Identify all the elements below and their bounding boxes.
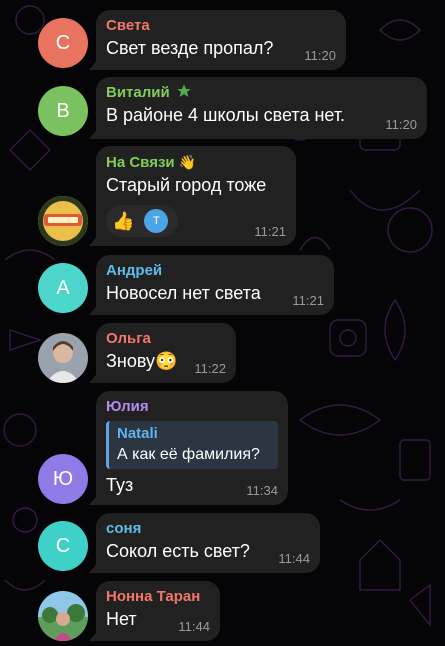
author-name[interactable]: Света: [106, 16, 336, 36]
message[interactable]: А Андрей Новосел нет света 11:21: [0, 255, 445, 315]
reaction-button[interactable]: 👍 Т: [106, 205, 178, 237]
user-photo: [38, 591, 88, 641]
message-time: 11:22: [194, 361, 226, 376]
message-text: Свет везде пропал?: [106, 38, 274, 58]
bubble-tail: [89, 127, 99, 139]
message-text: Старый город тоже: [106, 175, 267, 195]
bubble-tail: [89, 234, 99, 246]
author-name[interactable]: Виталий: [106, 83, 417, 103]
message[interactable]: В Виталий В районе 4 школы света нет. 11…: [0, 77, 445, 139]
author-name[interactable]: Ольга: [106, 329, 226, 349]
message-bubble[interactable]: Ольга Знову😳 11:22: [89, 323, 236, 383]
message-time: 11:21: [292, 293, 324, 308]
message-bubble[interactable]: На Связи 👋 Старый город тоже 👍 Т 11:21: [89, 146, 296, 246]
avatar[interactable]: С: [38, 521, 88, 571]
reply-author: Natali: [117, 425, 158, 442]
author-name[interactable]: Юлия: [106, 397, 278, 417]
message-text: Новосел нет света: [106, 283, 261, 303]
message-text: В районе 4 школы света нет.: [106, 105, 346, 125]
avatar[interactable]: А: [38, 263, 88, 313]
star-icon: [177, 84, 191, 97]
message-time: 11:20: [304, 48, 336, 63]
author-name[interactable]: Нонна Таран: [106, 587, 210, 607]
message-time: 11:44: [178, 619, 210, 634]
bubble-tail: [89, 58, 99, 70]
avatar[interactable]: Ю: [38, 454, 88, 504]
reply-text: А как её фамилия?: [117, 446, 260, 463]
message-bubble[interactable]: Андрей Новосел нет света 11:21: [89, 255, 334, 315]
wave-hand-icon: 👋: [178, 154, 197, 170]
channel-logo: [38, 196, 88, 246]
author-name-text: Виталий: [106, 84, 170, 101]
message[interactable]: Ольга Знову😳 11:22: [0, 323, 445, 383]
bubble-tail: [89, 303, 99, 315]
user-photo: [38, 333, 88, 383]
message-time: 11:34: [246, 483, 278, 498]
message-bubble[interactable]: Света Свет везде пропал? 11:20: [89, 10, 346, 70]
message[interactable]: На Связи 👋 Старый город тоже 👍 Т 11:21: [0, 146, 445, 246]
bubble-tail: [89, 493, 99, 505]
author-name[interactable]: соня: [106, 519, 310, 539]
message-bubble[interactable]: соня Сокол есть свет? 11:44: [89, 513, 320, 573]
message-time: 11:44: [278, 551, 310, 566]
author-name[interactable]: На Связи 👋: [106, 152, 286, 173]
message-time: 11:20: [385, 117, 417, 132]
author-name-text: На Связи: [106, 154, 175, 171]
message[interactable]: С соня Сокол есть свет? 11:44: [0, 513, 445, 573]
avatar[interactable]: [38, 196, 88, 246]
avatar[interactable]: С: [38, 18, 88, 68]
reply-quote[interactable]: Natali А как её фамилия?: [106, 421, 278, 469]
bubble-tail: [89, 371, 99, 383]
message-time: 11:21: [254, 224, 286, 239]
avatar[interactable]: [38, 591, 88, 641]
author-name[interactable]: Андрей: [106, 261, 324, 281]
bubble-tail: [89, 629, 99, 641]
avatar[interactable]: [38, 333, 88, 383]
message-bubble[interactable]: Юлия Natali А как её фамилия? Туз 11:34: [89, 391, 288, 505]
reaction-user-avatar: Т: [144, 209, 169, 233]
message[interactable]: С Света Свет везде пропал? 11:20: [0, 10, 445, 70]
message-bubble[interactable]: Виталий В районе 4 школы света нет. 11:2…: [89, 77, 427, 139]
bubble-tail: [89, 561, 99, 573]
message-bubble[interactable]: Нонна Таран Нет 11:44: [89, 581, 220, 641]
thumbs-up-icon: 👍: [112, 211, 135, 231]
message[interactable]: Нонна Таран Нет 11:44: [0, 581, 445, 641]
message[interactable]: Ю Юлия Natali А как её фамилия? Туз 11:3…: [0, 391, 445, 505]
avatar[interactable]: В: [38, 86, 88, 136]
